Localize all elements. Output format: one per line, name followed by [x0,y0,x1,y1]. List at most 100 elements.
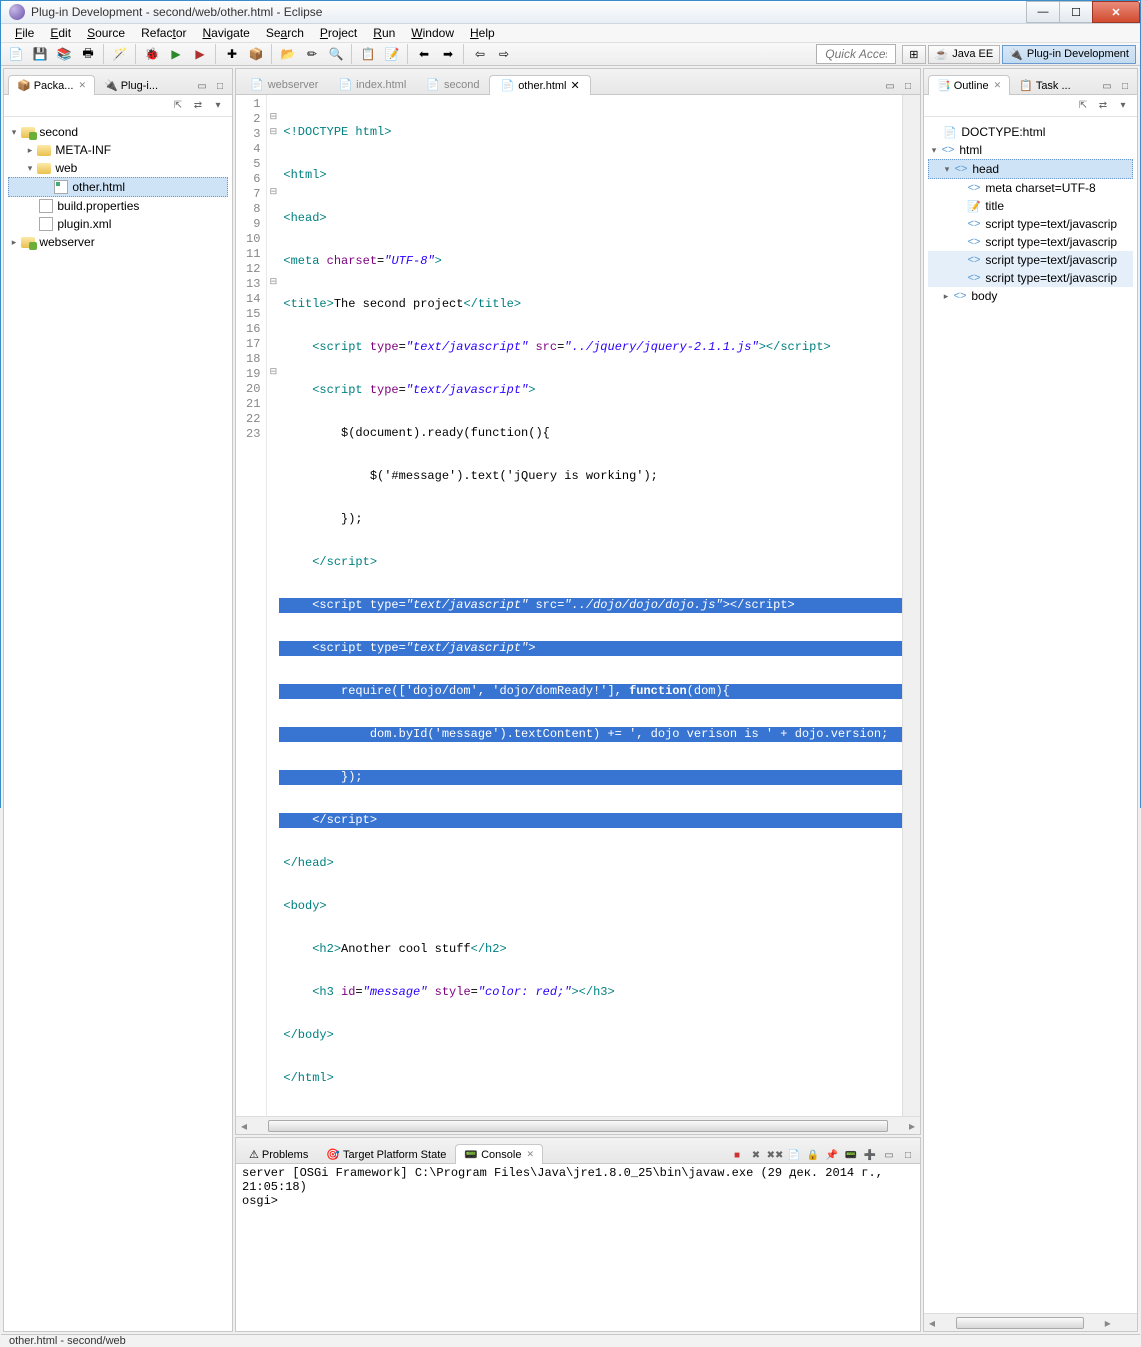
search-button[interactable]: 🔍 [325,43,347,65]
menu-window[interactable]: Window [403,24,462,42]
close-icon[interactable]: ✕ [994,80,1002,91]
outline-node-script3[interactable]: script type=text/javascrip [985,253,1117,267]
run-button[interactable]: ▶ [165,43,187,65]
tab-outline[interactable]: 📑 Outline✕ [928,75,1010,95]
package-explorer-tree[interactable]: second META-INF web other.html build.pro… [6,119,230,255]
tree-node-build[interactable]: build.properties [57,199,139,213]
tab-console[interactable]: 📟 Console ✕ [455,1144,543,1164]
expand-icon[interactable] [8,127,20,138]
link-editor-icon[interactable]: ⇄ [190,98,206,114]
tab-task-list[interactable]: 📋 Task ... [1010,75,1080,95]
link-editor-icon[interactable]: ⇄ [1095,98,1111,114]
minimize-view-icon[interactable]: ▭ [194,78,210,94]
expand-icon[interactable] [940,291,952,302]
minimize-editor-icon[interactable]: ▭ [882,78,898,94]
debug-button[interactable]: 🐞 [141,43,163,65]
close-icon[interactable]: ✕ [571,79,580,92]
save-all-button[interactable]: 📚 [53,43,75,65]
menu-project[interactable]: Project [312,24,365,42]
open-perspective-button[interactable]: ⊞ [902,45,925,64]
close-icon[interactable]: ✕ [526,1149,534,1160]
pin-console-icon[interactable]: 📌 [824,1147,840,1163]
run-ext-button[interactable]: ▶ [189,43,211,65]
collapse-all-icon[interactable]: ⇱ [1075,98,1091,114]
menu-edit[interactable]: Edit [42,24,79,42]
menu-source[interactable]: Source [79,24,133,42]
tree-node-web[interactable]: web [55,161,77,175]
maximize-view-icon[interactable]: □ [1117,78,1133,94]
outline-node-doctype[interactable]: DOCTYPE:html [961,125,1045,139]
scroll-lock-icon[interactable]: 🔒 [805,1147,821,1163]
save-button[interactable]: 💾 [29,43,51,65]
outline-node-html[interactable]: html [959,143,982,157]
open-type-button[interactable]: 📂 [277,43,299,65]
open-console-icon[interactable]: ➕ [862,1147,878,1163]
outline-node-script2[interactable]: script type=text/javascrip [985,235,1117,249]
menu-search[interactable]: Search [258,24,312,42]
expand-icon[interactable] [24,163,36,174]
menu-file[interactable]: File [7,24,42,42]
tree-node-other-html[interactable]: other.html [72,180,125,194]
outline-node-script1[interactable]: script type=text/javascrip [985,217,1117,231]
code-editor[interactable]: 1234567891011121314151617181920212223 ⊟⊟… [236,95,920,1116]
tab-package-explorer[interactable]: 📦 Packa...✕ [8,75,95,95]
vertical-scrollbar[interactable] [902,95,920,1116]
console-output[interactable]: server [OSGi Framework] C:\Program Files… [236,1164,920,1331]
expand-icon[interactable] [8,237,20,248]
quick-access-input[interactable] [816,44,896,64]
remove-launch-icon[interactable]: ✖ [748,1147,764,1163]
tab-target-platform[interactable]: 🎯 Target Platform State [317,1144,455,1164]
collapse-all-icon[interactable]: ⇱ [170,98,186,114]
menu-help[interactable]: Help [462,24,503,42]
minimize-button[interactable] [1026,1,1060,23]
expand-icon[interactable] [928,145,940,156]
outline-node-title[interactable]: title [985,199,1004,213]
clear-console-icon[interactable]: 📄 [786,1147,802,1163]
perspective-plugin-dev[interactable]: 🔌 Plug-in Development [1002,45,1136,64]
menu-navigate[interactable]: Navigate [194,24,257,42]
minimize-view-icon[interactable]: ▭ [1099,78,1115,94]
remove-all-icon[interactable]: ✖✖ [767,1147,783,1163]
new-plugin-button[interactable]: ✚ [221,43,243,65]
close-icon[interactable]: ✕ [78,80,86,91]
print-button[interactable]: 🖶 [77,43,99,65]
outline-tree[interactable]: 📄 DOCTYPE:html <> html <> head <> meta c… [926,119,1135,309]
minimize-view-icon[interactable]: ▭ [881,1147,897,1163]
back-button[interactable]: ⇦ [469,43,491,65]
display-console-icon[interactable]: 📟 [843,1147,859,1163]
outline-node-head[interactable]: head [972,162,999,176]
menu-refactor[interactable]: Refactor [133,24,194,42]
wand-button[interactable]: 🪄 [109,43,131,65]
expand-icon[interactable] [941,164,953,175]
editor-tab-index[interactable]: 📄 index.html [328,75,416,94]
fwd-button[interactable]: ⇨ [493,43,515,65]
tab-problems[interactable]: ⚠ Problems [240,1144,317,1164]
tab-plugins[interactable]: 🔌 Plug-i... [95,75,167,95]
outline-button[interactable]: 📋 [357,43,379,65]
task-button[interactable]: 📝 [381,43,403,65]
tree-node-webserver[interactable]: webserver [39,235,94,249]
horizontal-scrollbar[interactable]: ◂▸ [924,1313,1137,1331]
expand-icon[interactable] [24,145,36,156]
tree-node-plugin-xml[interactable]: plugin.xml [57,217,111,231]
tree-node-metainf[interactable]: META-INF [55,143,111,157]
outline-node-meta[interactable]: meta charset=UTF-8 [985,181,1095,195]
maximize-editor-icon[interactable]: □ [900,78,916,94]
maximize-view-icon[interactable]: □ [212,78,228,94]
outline-node-script4[interactable]: script type=text/javascrip [985,271,1117,285]
editor-tab-second[interactable]: 📄 second [416,75,489,94]
open-pde-button[interactable]: 📦 [245,43,267,65]
next-annot-button[interactable]: ➡ [437,43,459,65]
editor-tab-other[interactable]: 📄 other.html ✕ [489,75,590,95]
prev-annot-button[interactable]: ⬅ [413,43,435,65]
view-menu-icon[interactable]: ▾ [1115,98,1131,114]
view-menu-icon[interactable]: ▾ [210,98,226,114]
maximize-button[interactable] [1059,1,1093,23]
fold-gutter[interactable]: ⊟⊟⊟⊟⊟ [267,95,279,1116]
outline-node-body[interactable]: body [971,289,997,303]
close-button[interactable] [1092,1,1140,23]
tree-node-second[interactable]: second [39,125,78,139]
perspective-java-ee[interactable]: ☕ Java EE [928,45,1001,64]
editor-tab-webserver[interactable]: 📄 webserver [240,75,328,94]
new-button[interactable]: 📄 [5,43,27,65]
